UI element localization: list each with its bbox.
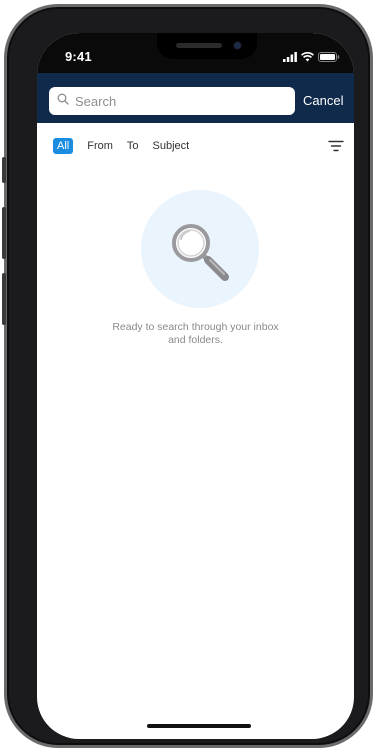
front-camera [234, 42, 241, 49]
volume-down-button [2, 273, 6, 325]
volume-up-button [2, 207, 6, 259]
status-icons [283, 49, 340, 67]
empty-state-line-1: Ready to search through your inbox [112, 321, 279, 333]
status-time: 9:41 [65, 49, 92, 64]
empty-state-message: Ready to search through your inbox and f… [77, 321, 314, 347]
filter-lines-icon[interactable] [328, 139, 344, 157]
battery-icon [318, 49, 340, 67]
magnifying-glass-icon [167, 219, 237, 294]
filter-tabs: All From To Subject [53, 137, 189, 155]
phone-frame: 9:41 Search Cancel All From To Subject R… [2, 4, 373, 748]
filter-from-tab[interactable]: From [87, 138, 113, 154]
filter-to-tab[interactable]: To [127, 138, 139, 154]
mute-switch [2, 157, 6, 183]
search-header: Cancel [37, 73, 354, 123]
search-box[interactable] [49, 87, 295, 115]
speaker-grille [176, 43, 222, 48]
cancel-button[interactable]: Cancel [303, 93, 343, 108]
wifi-icon [301, 49, 314, 67]
filter-subject-tab[interactable]: Subject [153, 138, 190, 154]
empty-state-line-2: and folders. [168, 334, 223, 346]
home-indicator[interactable] [147, 724, 251, 728]
screen: 9:41 Search Cancel All From To Subject R… [37, 33, 354, 739]
cellular-signal-icon [283, 49, 297, 67]
filter-all-tab[interactable]: All [53, 138, 74, 154]
search-input[interactable] [73, 92, 287, 110]
search-icon [57, 92, 69, 110]
